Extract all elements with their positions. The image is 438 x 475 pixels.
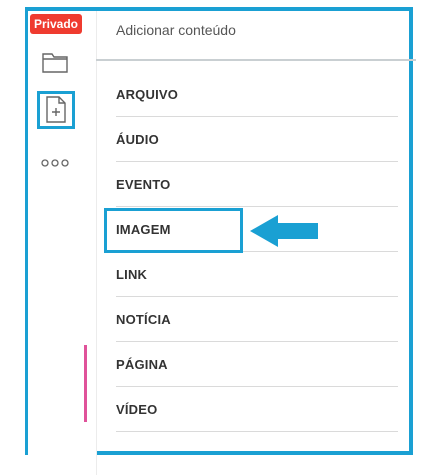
menu-item-label: EVENTO bbox=[116, 177, 171, 192]
menu-item-label: PÁGINA bbox=[116, 357, 168, 372]
menu-item-arquivo[interactable]: ARQUIVO bbox=[116, 73, 398, 117]
menu-item-label: NOTÍCIA bbox=[116, 312, 171, 327]
menu-item-noticia[interactable]: NOTÍCIA bbox=[116, 298, 398, 342]
scroll-accent-bar bbox=[84, 345, 87, 422]
menu-item-evento[interactable]: EVENTO bbox=[116, 163, 398, 207]
folder-icon[interactable] bbox=[42, 51, 68, 73]
menu-item-audio[interactable]: ÁUDIO bbox=[116, 118, 398, 162]
add-page-icon[interactable] bbox=[45, 96, 67, 123]
menu-item-label: ARQUIVO bbox=[116, 87, 179, 102]
pointer-arrow-icon bbox=[248, 214, 320, 248]
header-divider bbox=[96, 59, 416, 61]
privacy-badge: Privado bbox=[30, 14, 82, 34]
panel-title: Adicionar conteúdo bbox=[116, 22, 236, 38]
menu-item-label: VÍDEO bbox=[116, 402, 158, 417]
imagem-highlight-box bbox=[104, 208, 243, 253]
more-options-icon[interactable] bbox=[40, 155, 70, 167]
menu-item-link[interactable]: LINK bbox=[116, 253, 398, 297]
menu-item-pagina[interactable]: PÁGINA bbox=[116, 343, 398, 387]
menu-item-label: LINK bbox=[116, 267, 148, 282]
menu-item-label: ÁUDIO bbox=[116, 132, 159, 147]
menu-item-video[interactable]: VÍDEO bbox=[116, 388, 398, 432]
